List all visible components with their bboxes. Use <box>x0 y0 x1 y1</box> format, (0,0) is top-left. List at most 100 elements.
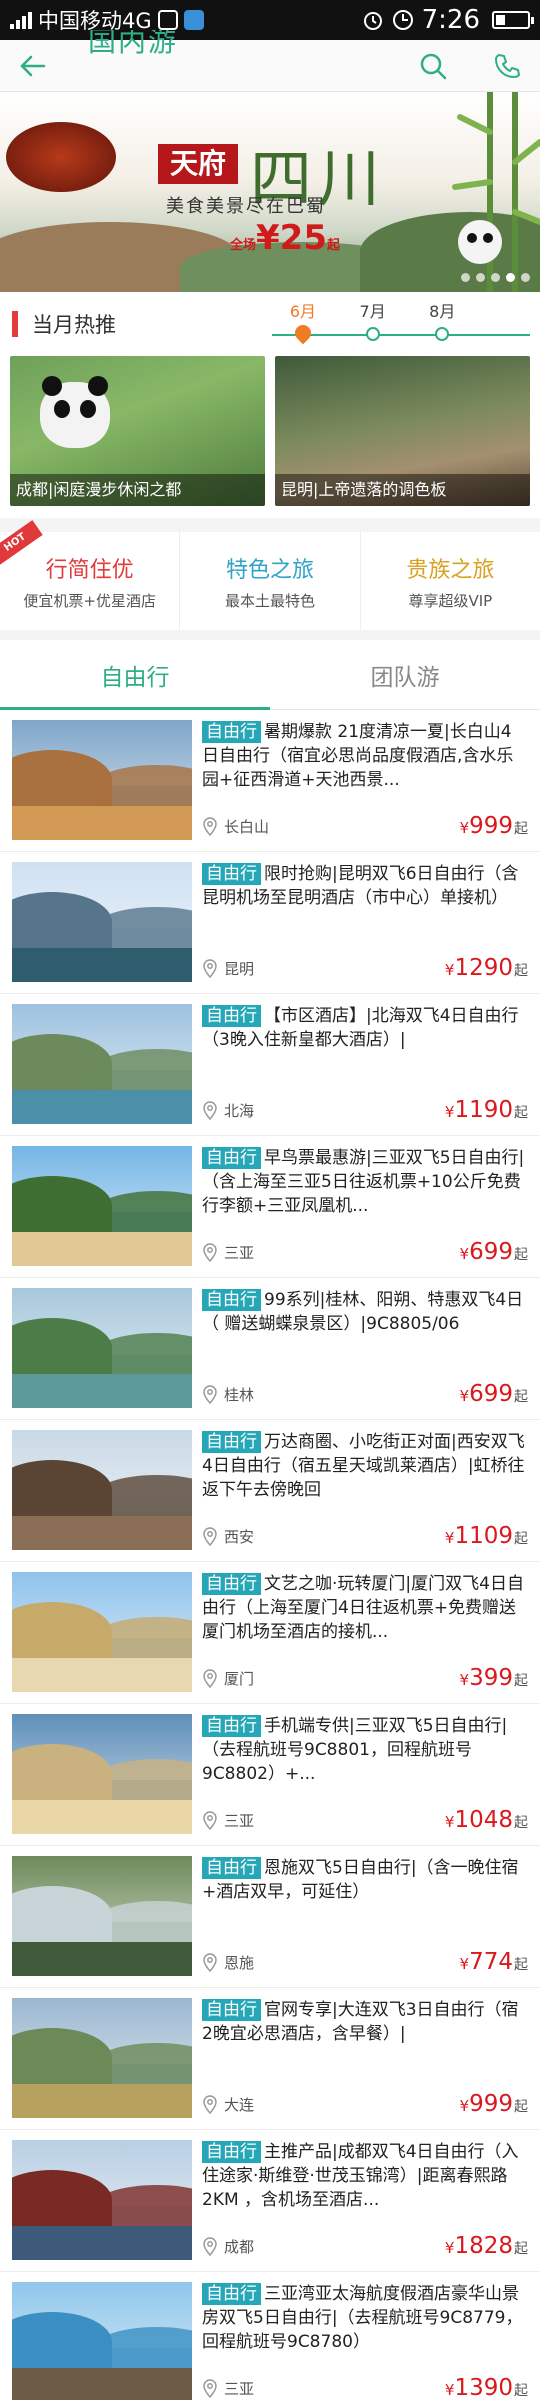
product-item[interactable]: 自由行 三亚湾亚太海航度假酒店豪华山景房双飞5日自由行|（去程航班号9C8779，… <box>0 2272 540 2400</box>
location-label: 北海 <box>224 1101 255 1120</box>
location-pin-icon <box>203 817 217 836</box>
product-title: 自由行 文艺之咖·玩转厦门|厦门双飞4日自由行（上海至厦门4日往返机票+免费赠送厦… <box>202 1572 528 1644</box>
product-list: 自由行 暑期爆款 21度清凉一夏|长白山4日自由行（宿宜必思尚品度假酒店,含水乐园… <box>0 710 540 2400</box>
location-pin-icon <box>203 1527 217 1546</box>
product-price: ¥699起 <box>459 1381 528 1407</box>
category-title: 特色之旅 <box>225 557 314 583</box>
status-bar: 中国移动4G 7:26 <box>0 0 540 40</box>
hot-card-caption: 成都|闲庭漫步休闲之都 <box>10 474 265 506</box>
trip-type-tabs: 自由行 团队游 <box>0 640 540 710</box>
product-location: 恩施 <box>202 1952 254 1973</box>
free-travel-badge: 自由行 <box>202 1005 261 1027</box>
product-title: 自由行 恩施双飞5日自由行|（含一晚住宿+酒店双早，可延住） <box>202 1856 528 1928</box>
product-title: 自由行 官网专享|大连双飞3日自由行（宿2晚宜必思酒店，含早餐）| <box>202 1998 528 2070</box>
free-travel-badge: 自由行 <box>202 863 261 885</box>
carousel-dot[interactable] <box>461 273 470 282</box>
product-price: ¥999起 <box>459 2091 528 2117</box>
free-travel-badge: 自由行 <box>202 2283 261 2305</box>
free-travel-badge: 自由行 <box>202 1857 261 1879</box>
section-title: 当月热推 <box>32 313 116 337</box>
food-bowl-image <box>6 122 116 192</box>
free-travel-badge: 自由行 <box>202 2141 261 2163</box>
product-price: ¥699起 <box>459 1239 528 1265</box>
free-travel-badge: 自由行 <box>202 1573 261 1595</box>
month-tab-6[interactable]: 6月 <box>290 298 316 322</box>
location-label: 厦门 <box>224 1669 255 1688</box>
tab-free-travel[interactable]: 自由行 <box>0 640 270 710</box>
product-item[interactable]: 自由行 早鸟票最惠游|三亚双飞5日自由行|（含上海至三亚5日往返机票+10公斤免费… <box>0 1136 540 1278</box>
location-label: 三亚 <box>224 2379 255 2398</box>
timeline-node[interactable] <box>435 327 450 341</box>
category-budget[interactable]: 行简住优 便宜机票+优星酒店 <box>0 532 181 630</box>
product-title: 自由行 手机端专供|三亚双飞5日自由行|（去程航班号9C8801，回程航班号9C8… <box>202 1714 528 1786</box>
product-item[interactable]: 自由行 99系列|桂林、阳朔、特惠双飞4日（ 赠送蝴蝶泉景区）|9C8805/06… <box>0 1278 540 1420</box>
carousel-dot[interactable] <box>476 273 485 282</box>
banner-price: 全场¥25起 <box>230 218 341 258</box>
carousel-dot[interactable] <box>491 273 500 282</box>
carousel-dot[interactable] <box>521 273 530 282</box>
product-price: ¥1290起 <box>444 955 528 981</box>
product-location: 三亚 <box>202 1810 254 1831</box>
product-item[interactable]: 自由行 万达商圈、小吃街正对面|西安双飞4日自由行（宿五星天域凯莱酒店）|虹桥往返… <box>0 1420 540 1562</box>
product-thumbnail <box>12 1714 192 1834</box>
vpn-icon <box>157 10 178 30</box>
product-price: ¥399起 <box>459 1665 528 1691</box>
hot-card-chengdu[interactable]: 成都|闲庭漫步休闲之都 <box>10 356 265 506</box>
tab-group-tour[interactable]: 团队游 <box>270 640 540 709</box>
product-location: 大连 <box>202 2094 254 2115</box>
hot-card-kunming[interactable]: 昆明|上帝遗落的调色板 <box>275 356 530 506</box>
monthly-hot-section: 当月热推 6月 7月 8月 成都|闲庭漫步休闲之都 昆明|上帝遗落的调色板 <box>0 292 540 518</box>
product-title: 自由行 【市区酒店】|北海双飞4日自由行（3晚入住新皇都大酒店）| <box>202 1004 528 1076</box>
location-label: 三亚 <box>224 1811 255 1830</box>
product-item[interactable]: 自由行 限时抢购|昆明双飞6日自由行（含昆明机场至昆明酒店（市中心）单接机） 昆明… <box>0 852 540 994</box>
product-location: 长白山 <box>202 816 269 837</box>
product-price: ¥774起 <box>459 1949 528 1975</box>
category-subtitle: 尊享超级VIP <box>408 591 493 610</box>
product-item[interactable]: 自由行 暑期爆款 21度清凉一夏|长白山4日自由行（宿宜必思尚品度假酒店,含水乐园… <box>0 710 540 852</box>
signal-icon <box>10 11 32 29</box>
category-luxury[interactable]: 贵族之旅 尊享超级VIP <box>361 532 540 630</box>
promo-banner[interactable]: 天府 四川 美食美景尽在巴蜀 全场¥25起 <box>0 92 540 292</box>
month-tab-8[interactable]: 8月 <box>429 298 455 322</box>
product-item[interactable]: 自由行 手机端专供|三亚双飞5日自由行|（去程航班号9C8801，回程航班号9C8… <box>0 1704 540 1846</box>
location-label: 昆明 <box>224 959 255 978</box>
phone-icon[interactable] <box>492 51 522 81</box>
product-item[interactable]: 自由行 文艺之咖·玩转厦门|厦门双飞4日自由行（上海至厦门4日往返机票+免费赠送厦… <box>0 1562 540 1704</box>
product-location: 昆明 <box>202 958 254 979</box>
timeline-node[interactable] <box>365 327 380 341</box>
carousel-indicator <box>461 273 530 282</box>
product-price: ¥1190起 <box>444 1097 528 1123</box>
month-timeline: 6月 7月 8月 <box>272 292 530 356</box>
product-location: 西安 <box>202 1526 254 1547</box>
location-pin-icon <box>203 2095 217 2114</box>
banner-slogan: 美食美景尽在巴蜀 <box>166 196 326 217</box>
location-pin-icon <box>203 1669 217 1688</box>
free-travel-badge: 自由行 <box>202 1147 261 1169</box>
product-title: 自由行 主推产品|成都双飞4日自由行（入住途家·斯维登·世茂玉锦湾）|距离春熙路2… <box>202 2140 528 2212</box>
location-pin-icon <box>203 1811 217 1830</box>
hot-card-caption: 昆明|上帝遗落的调色板 <box>275 474 530 506</box>
product-thumbnail <box>12 1288 192 1408</box>
product-title: 自由行 万达商圈、小吃街正对面|西安双飞4日自由行（宿五星天域凯莱酒店）|虹桥往返… <box>202 1430 528 1502</box>
search-icon[interactable] <box>418 51 448 81</box>
month-tab-7[interactable]: 7月 <box>360 298 386 322</box>
location-pin-icon <box>203 1385 217 1404</box>
free-travel-badge: 自由行 <box>202 1431 261 1453</box>
app-header: 国内游 <box>0 30 540 92</box>
product-thumbnail <box>12 2140 192 2260</box>
location-label: 长白山 <box>224 817 270 836</box>
category-title: 贵族之旅 <box>406 557 495 583</box>
bamboo-image <box>452 92 540 292</box>
category-special[interactable]: 特色之旅 最本土最特色 <box>180 532 361 630</box>
product-item[interactable]: 自由行 主推产品|成都双飞4日自由行（入住途家·斯维登·世茂玉锦湾）|距离春熙路2… <box>0 2130 540 2272</box>
back-button[interactable] <box>18 46 58 86</box>
location-label: 桂林 <box>224 1385 255 1404</box>
carousel-dot[interactable] <box>506 273 515 282</box>
product-price: ¥1390起 <box>444 2375 528 2400</box>
product-price: ¥1048起 <box>444 1807 528 1833</box>
product-item[interactable]: 自由行 官网专享|大连双飞3日自由行（宿2晚宜必思酒店，含早餐）| 大连 ¥999… <box>0 1988 540 2130</box>
product-title: 自由行 暑期爆款 21度清凉一夏|长白山4日自由行（宿宜必思尚品度假酒店,含水乐园… <box>202 720 528 792</box>
timeline-node-active[interactable] <box>291 321 315 345</box>
product-item[interactable]: 自由行 恩施双飞5日自由行|（含一晚住宿+酒店双早，可延住） 恩施 ¥774起 <box>0 1846 540 1988</box>
product-item[interactable]: 自由行 【市区酒店】|北海双飞4日自由行（3晚入住新皇都大酒店）| 北海 ¥119… <box>0 994 540 1136</box>
